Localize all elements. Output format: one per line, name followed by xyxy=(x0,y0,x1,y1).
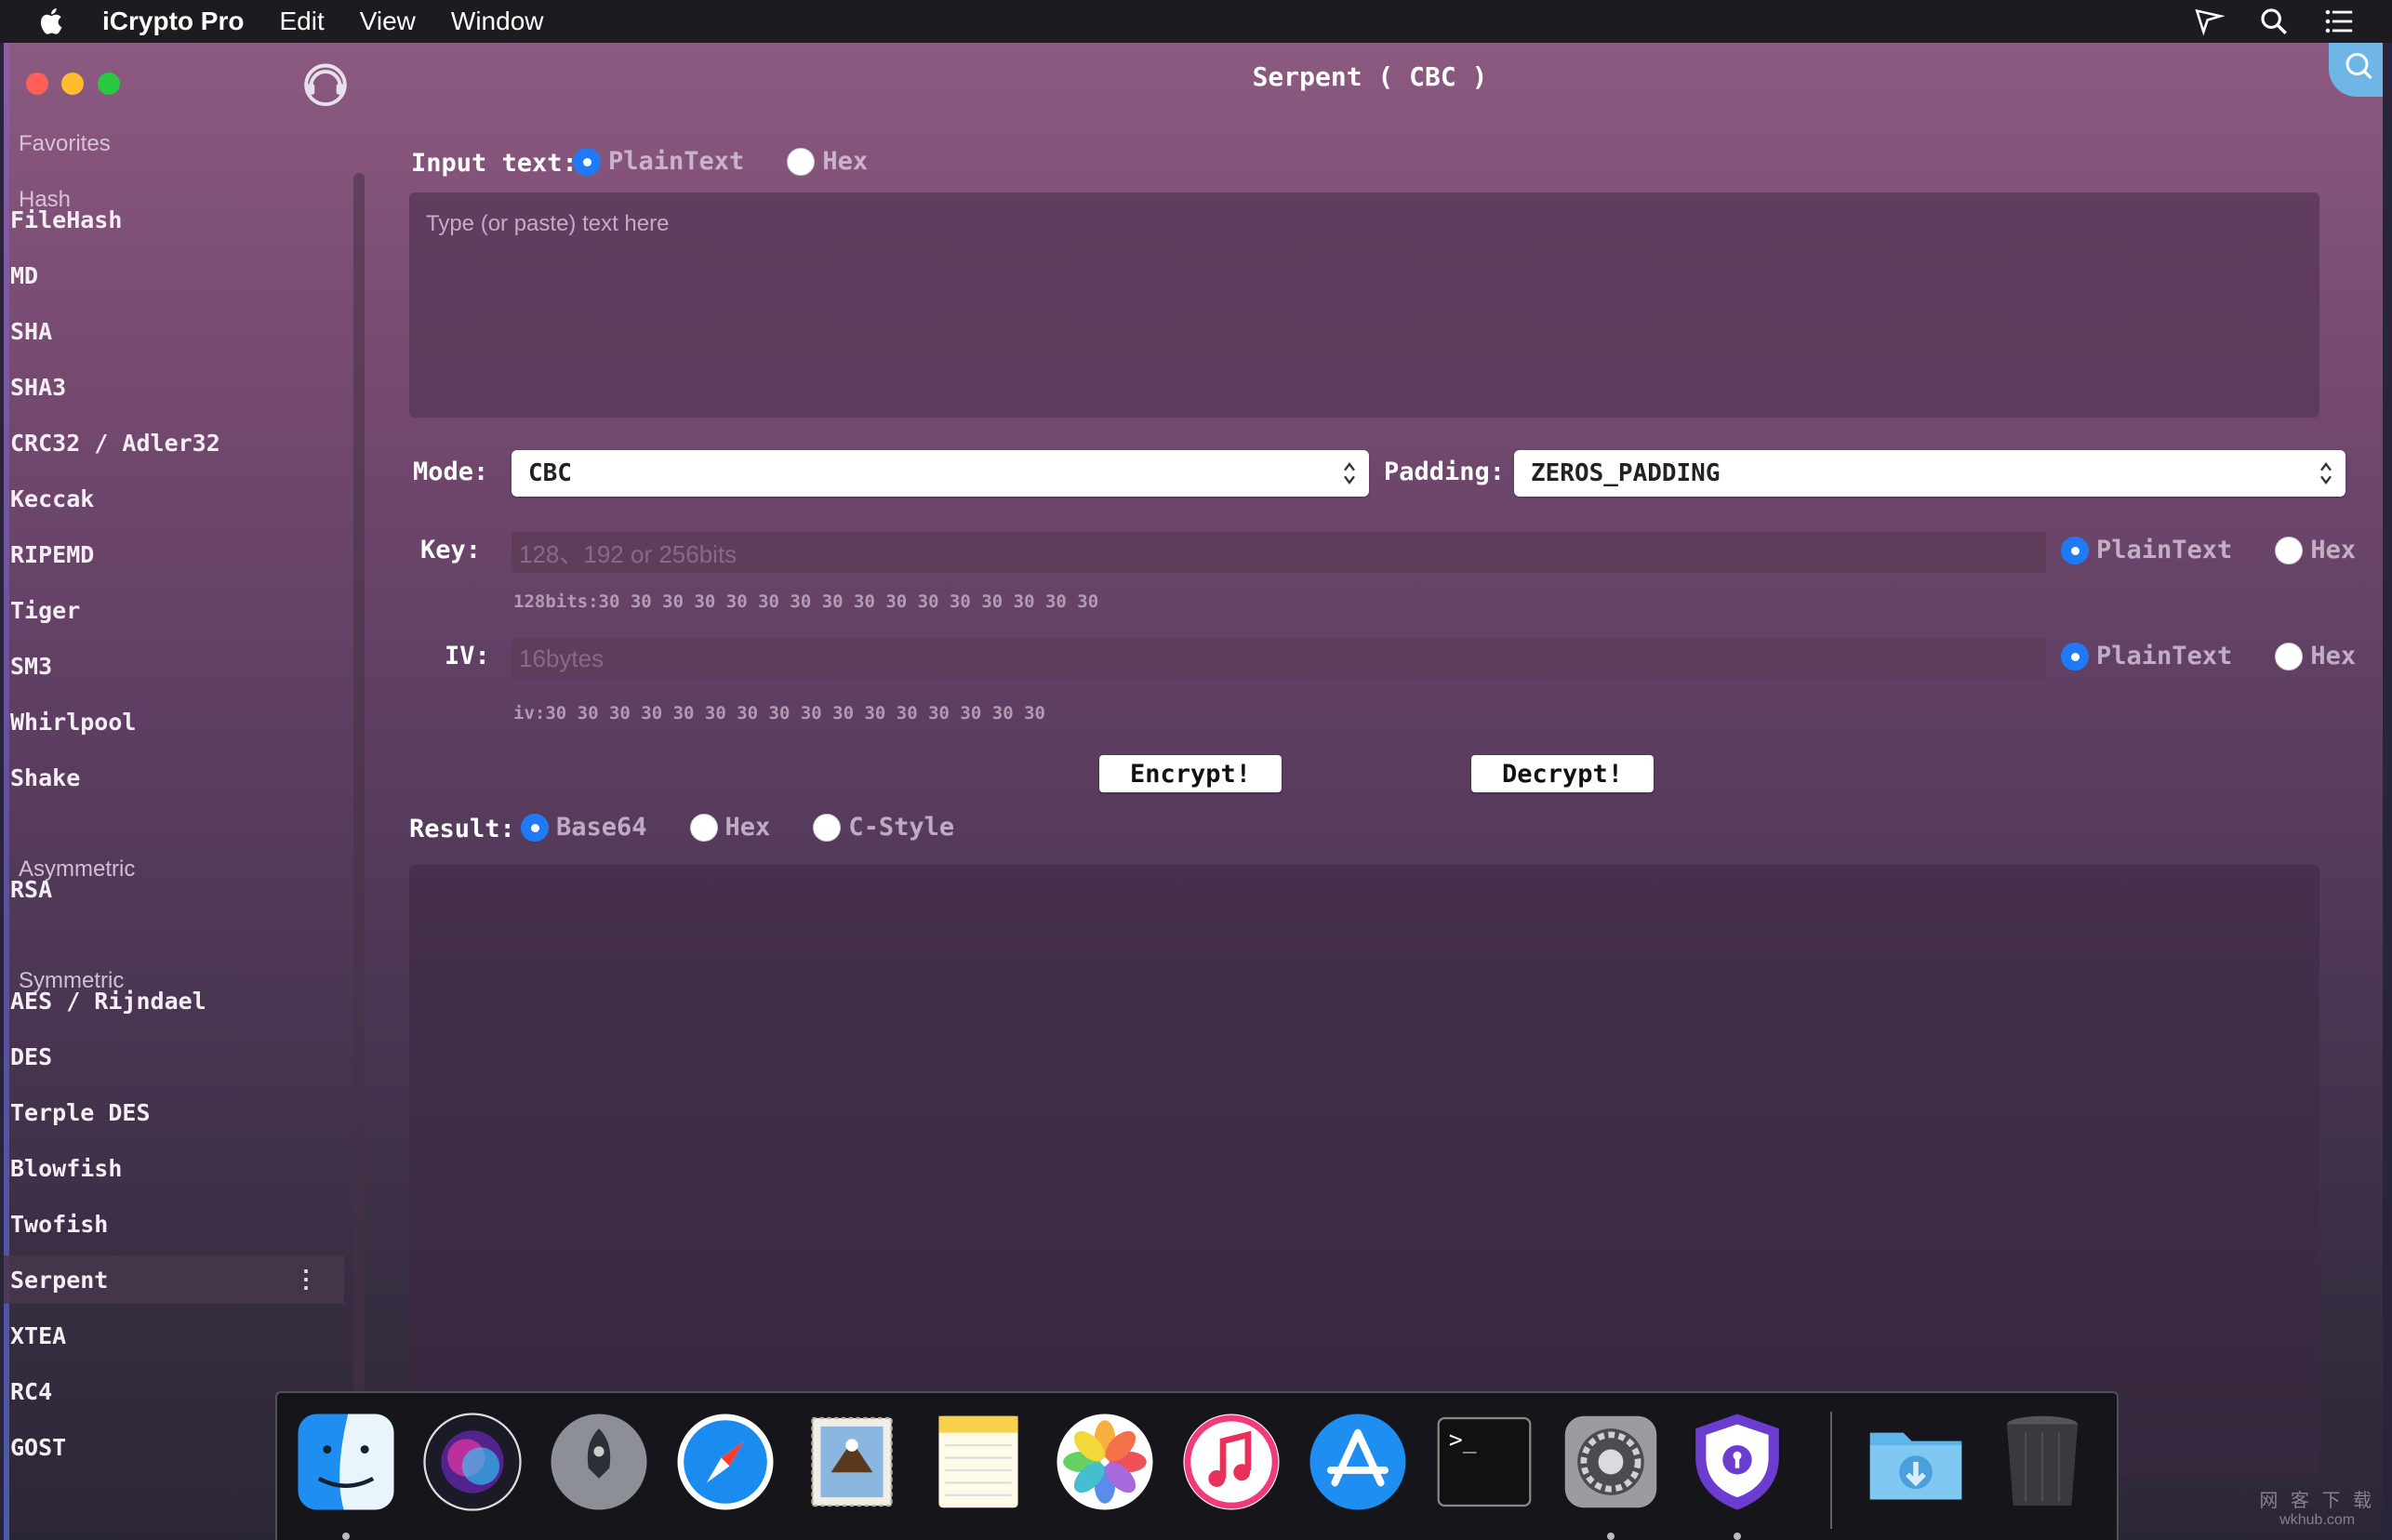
key-hint: 128bits:30 30 30 30 30 30 30 30 30 30 30… xyxy=(513,591,1099,612)
iv-input[interactable]: 16bytes xyxy=(512,638,2046,679)
sidebar-item-shake[interactable]: Shake xyxy=(4,753,344,802)
sidebar-item-sm3[interactable]: SM3 xyxy=(4,642,344,690)
input-plaintext-radio[interactable]: PlainText xyxy=(573,147,744,176)
select-chevron-icon xyxy=(2320,462,2332,485)
finder-icon[interactable] xyxy=(294,1410,398,1514)
sidebar-item-xtea[interactable]: XTEA xyxy=(4,1311,344,1360)
menu-bar: iCrypto Pro Edit View Window xyxy=(0,0,2392,43)
running-indicator xyxy=(1607,1533,1615,1540)
result-base64-radio[interactable]: Base64 xyxy=(521,813,647,842)
key-plaintext-radio[interactable]: PlainText xyxy=(2061,536,2232,564)
apple-menu-icon[interactable] xyxy=(35,5,69,38)
downloads-folder-icon[interactable] xyxy=(1864,1410,1968,1514)
sidebar-item-filehash[interactable]: FileHash xyxy=(4,195,344,244)
input-format-radio-group: PlainText Hex xyxy=(573,147,910,176)
sidebar-section-favorites: Favorites xyxy=(19,131,111,156)
search-icon xyxy=(2345,53,2372,80)
app-window: Serpent ( CBC ) Favorites Hash FileHash … xyxy=(4,43,2383,1540)
result-label: Result: xyxy=(409,815,515,843)
app-store-icon[interactable] xyxy=(1306,1410,1410,1514)
notification-center-icon[interactable] xyxy=(2323,6,2355,37)
safari-icon[interactable] xyxy=(673,1410,777,1514)
sidebar-item-sha[interactable]: SHA xyxy=(4,307,344,355)
sidebar-item-md[interactable]: MD xyxy=(4,251,344,299)
sidebar-item-rsa[interactable]: RSA xyxy=(4,865,344,913)
iv-hex-radio[interactable]: Hex xyxy=(2275,642,2356,670)
mode-select-value: CBC xyxy=(528,459,572,487)
mail-icon[interactable] xyxy=(800,1410,904,1514)
spotlight-search-icon[interactable] xyxy=(2258,6,2290,37)
sidebar-item-keccak[interactable]: Keccak xyxy=(4,474,344,523)
sidebar-scrollbar[interactable] xyxy=(353,173,365,1401)
menu-app-name[interactable]: iCrypto Pro xyxy=(102,7,244,36)
input-hex-radio[interactable]: Hex xyxy=(787,147,868,176)
result-format-radio-group: Base64 Hex C-Style xyxy=(521,813,997,842)
trash-icon[interactable] xyxy=(1990,1410,2094,1514)
sidebar-item-label: Serpent xyxy=(10,1266,109,1294)
music-icon[interactable] xyxy=(1179,1410,1283,1514)
padding-select-value: ZEROS_PADDING xyxy=(1531,459,1721,487)
key-hex-radio[interactable]: Hex xyxy=(2275,536,2356,564)
decrypt-button[interactable]: Decrypt! xyxy=(1471,755,1654,792)
input-text-area[interactable]: Type (or paste) text here xyxy=(409,192,2319,418)
sidebar-item-whirlpool[interactable]: Whirlpool xyxy=(4,697,344,746)
iv-format-radio-group: PlainText Hex xyxy=(2061,642,2383,670)
menu-window[interactable]: Window xyxy=(451,7,544,36)
key-input[interactable]: 128、192 or 256bits xyxy=(512,532,2046,573)
key-format-radio-group: PlainText Hex xyxy=(2061,536,2383,564)
sidebar-item-sha3[interactable]: SHA3 xyxy=(4,363,344,411)
terminal-icon[interactable]: >_ xyxy=(1432,1410,1536,1514)
running-indicator xyxy=(1734,1533,1741,1540)
menu-view[interactable]: View xyxy=(360,7,416,36)
send-status-icon[interactable] xyxy=(2193,6,2225,37)
dock-separator xyxy=(1830,1412,1832,1529)
result-text-area[interactable] xyxy=(409,865,2319,1479)
notes-icon[interactable] xyxy=(926,1410,1030,1514)
menu-edit[interactable]: Edit xyxy=(279,7,324,36)
iv-label: IV: xyxy=(445,642,490,670)
dock: >_ xyxy=(275,1391,2119,1540)
padding-select[interactable]: ZEROS_PADDING xyxy=(1514,450,2345,497)
sidebar-item-blowfish[interactable]: Blowfish xyxy=(4,1144,344,1192)
sidebar-item-ripemd[interactable]: RIPEMD xyxy=(4,530,344,578)
sidebar-item-des[interactable]: DES xyxy=(4,1032,344,1081)
mode-select[interactable]: CBC xyxy=(512,450,1369,497)
launchpad-icon[interactable] xyxy=(547,1410,651,1514)
input-text-label: Input text: xyxy=(411,149,578,178)
mode-label: Mode: xyxy=(413,458,489,486)
corner-search-button[interactable] xyxy=(2329,43,2383,97)
iv-hint: iv:30 30 30 30 30 30 30 30 30 30 30 30 3… xyxy=(513,703,1045,724)
siri-icon[interactable] xyxy=(420,1410,525,1514)
svg-text:>_: >_ xyxy=(1449,1426,1477,1453)
watermark: 网 客 下 载 wkhub.com xyxy=(2259,1491,2375,1528)
sidebar-item-twofish[interactable]: Twofish xyxy=(4,1200,344,1248)
more-options-icon[interactable]: ⋮ xyxy=(294,1266,318,1294)
iv-plaintext-radio[interactable]: PlainText xyxy=(2061,642,2232,670)
photos-icon[interactable] xyxy=(1053,1410,1157,1514)
result-cstyle-radio[interactable]: C-Style xyxy=(813,813,954,842)
sidebar-item-triple-des[interactable]: Terple DES xyxy=(4,1088,344,1136)
encrypt-button[interactable]: Encrypt! xyxy=(1099,755,1282,792)
padding-label: Padding: xyxy=(1384,458,1506,486)
running-indicator xyxy=(342,1533,350,1540)
sidebar-item-crc32[interactable]: CRC32 / Adler32 xyxy=(4,418,344,467)
window-title: Serpent ( CBC ) xyxy=(1252,61,1488,92)
sidebar-item-aes[interactable]: AES / Rijndael xyxy=(4,976,344,1025)
sidebar-item-serpent[interactable]: Serpent ⋮ xyxy=(4,1255,344,1304)
sidebar-item-tiger[interactable]: Tiger xyxy=(4,586,344,634)
result-hex-radio[interactable]: Hex xyxy=(689,813,770,842)
select-chevron-icon xyxy=(1344,462,1355,485)
system-preferences-icon[interactable] xyxy=(1559,1410,1663,1514)
menu-bar-extras xyxy=(2193,0,2355,43)
key-label: Key: xyxy=(420,536,482,564)
icrypto-icon[interactable] xyxy=(1685,1410,1789,1514)
